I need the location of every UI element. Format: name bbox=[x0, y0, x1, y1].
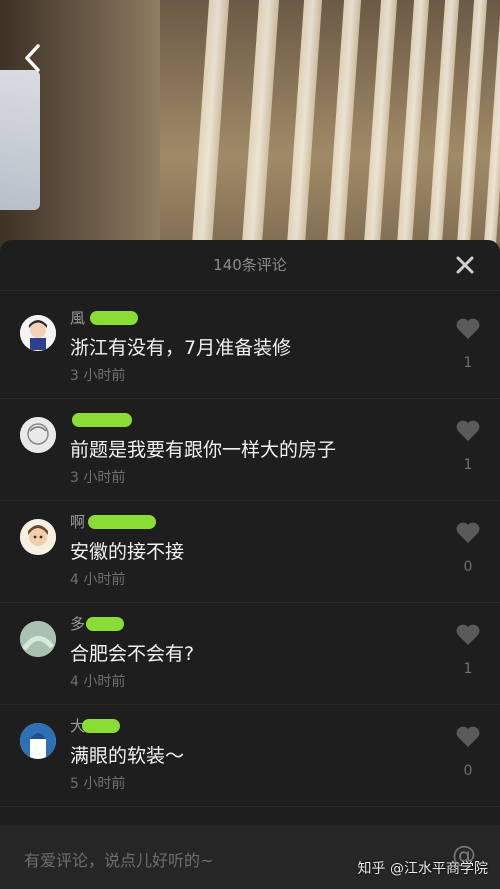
close-button[interactable] bbox=[452, 252, 478, 278]
comment-time: 3 小时前 bbox=[70, 368, 126, 384]
redaction-scribble bbox=[82, 719, 120, 733]
comment-item[interactable]: 啊 安徽的接不接 4 小时前 0 bbox=[0, 501, 500, 603]
redaction-scribble bbox=[86, 617, 124, 631]
comment-count-title: 140条评论 bbox=[213, 256, 287, 274]
watermark: 知乎 @江水平商学院 bbox=[357, 861, 488, 877]
redaction-scribble bbox=[88, 515, 156, 529]
comment-text: 安徽的接不接 bbox=[70, 541, 185, 563]
comment-text: 前题是我要有跟你一样大的房子 bbox=[70, 439, 337, 461]
comment-text: 浙江有没有，7月准备装修 bbox=[70, 337, 292, 359]
chevron-left-icon bbox=[25, 44, 40, 72]
redaction-scribble bbox=[72, 413, 132, 427]
like-button[interactable] bbox=[454, 419, 482, 447]
avatar[interactable] bbox=[20, 621, 56, 657]
comment-time: 5 小时前 bbox=[70, 776, 126, 792]
username[interactable]: 風 bbox=[70, 307, 85, 328]
like-count: 1 bbox=[463, 457, 473, 473]
comment-time: 4 小时前 bbox=[70, 674, 126, 690]
like-count: 1 bbox=[463, 355, 473, 371]
like-button[interactable] bbox=[454, 725, 482, 753]
heart-icon bbox=[456, 522, 480, 543]
comment-text: 合肥会不会有? bbox=[70, 643, 195, 665]
video-background bbox=[0, 0, 500, 260]
panel-header: 140条评论 bbox=[0, 240, 500, 291]
close-icon bbox=[456, 256, 474, 274]
like-count: 1 bbox=[463, 661, 473, 677]
like-button[interactable] bbox=[454, 521, 482, 549]
like-count: 0 bbox=[463, 559, 473, 575]
comment-input-bar[interactable]: 有爱评论，说点儿好听的~ @ bbox=[0, 825, 500, 889]
comment-text: 满眼的软装～ bbox=[70, 745, 185, 767]
like-button[interactable] bbox=[454, 623, 482, 651]
redaction-scribble bbox=[90, 311, 138, 325]
comment-item[interactable]: 多 合肥会不会有? 4 小时前 1 bbox=[0, 603, 500, 705]
comment-item[interactable]: 大 满眼的软装～ 5 小时前 0 bbox=[0, 705, 500, 807]
back-button[interactable] bbox=[18, 38, 48, 78]
avatar[interactable] bbox=[20, 723, 56, 759]
comment-item[interactable]: 風 浙江有没有，7月准备装修 3 小时前 1 bbox=[0, 297, 500, 399]
avatar[interactable] bbox=[20, 315, 56, 351]
avatar[interactable] bbox=[20, 417, 56, 453]
comment-item[interactable]: 前题是我要有跟你一样大的房子 3 小时前 1 bbox=[0, 399, 500, 501]
like-button[interactable] bbox=[454, 317, 482, 345]
heart-icon bbox=[456, 624, 480, 645]
avatar[interactable] bbox=[20, 519, 56, 555]
heart-icon bbox=[456, 420, 480, 441]
heart-icon bbox=[456, 726, 480, 747]
like-count: 0 bbox=[463, 763, 473, 779]
heart-icon bbox=[456, 318, 480, 339]
wall-lamp bbox=[0, 70, 40, 210]
comment-time: 4 小时前 bbox=[70, 572, 126, 588]
username[interactable]: 啊 bbox=[70, 511, 85, 532]
comment-input[interactable]: 有爱评论，说点儿好听的~ bbox=[24, 847, 213, 871]
username[interactable]: 多 bbox=[70, 613, 85, 634]
comment-time: 3 小时前 bbox=[70, 470, 126, 486]
